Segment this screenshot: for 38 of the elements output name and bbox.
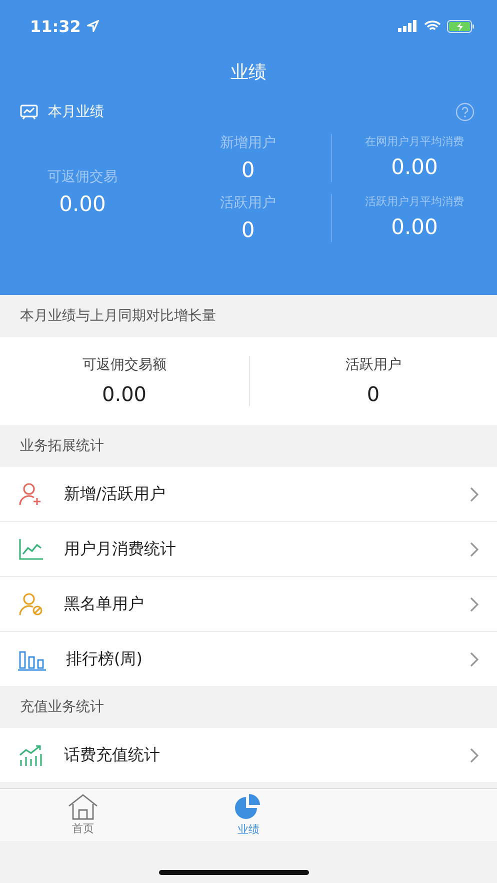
comparison-label: 可返佣交易额 <box>82 356 166 374</box>
comparison-label: 活跃用户 <box>345 356 402 374</box>
stat-label: 活跃用户月平均消费 <box>365 194 464 209</box>
stat-label: 活跃用户 <box>220 194 276 212</box>
stat-value: 0.00 <box>391 155 438 179</box>
user-blocked-icon <box>18 591 44 617</box>
list-item[interactable]: 黑名单用户 <box>0 577 497 632</box>
chart-board-icon <box>20 104 38 120</box>
status-time: 11:32 <box>30 16 81 36</box>
chevron-right-icon <box>470 542 479 556</box>
chevron-right-icon <box>470 748 479 762</box>
list-item[interactable]: 排行榜(周) <box>0 632 497 686</box>
rising-chart-icon <box>18 742 44 768</box>
stat-label: 新增用户 <box>220 134 276 152</box>
home-icon <box>66 794 99 820</box>
wifi-icon <box>424 20 441 32</box>
comparison-value: 0 <box>366 382 380 406</box>
stat-value: 0.00 <box>391 215 438 239</box>
stat-value: 0 <box>241 158 255 182</box>
chevron-right-icon <box>470 486 479 502</box>
stat-value: 0 <box>241 218 255 242</box>
line-chart-icon <box>18 536 44 562</box>
signal-icon <box>398 20 418 32</box>
location-arrow-icon <box>86 20 99 32</box>
tab-bar-item[interactable]: 首页 <box>0 789 166 841</box>
comparison-value: 0.00 <box>102 382 147 406</box>
chevron-right-icon <box>470 596 479 612</box>
page-title: 业绩 <box>230 61 268 84</box>
chevron-right-icon <box>470 652 479 666</box>
stat-label: 可返佣交易 <box>48 168 118 186</box>
battery-icon <box>447 20 475 32</box>
summary-title: 本月业绩 <box>48 103 104 121</box>
list-item[interactable]: 话费充值统计 <box>0 728 497 782</box>
stat-value: 0.00 <box>59 192 106 216</box>
help-icon[interactable] <box>455 102 475 122</box>
list-item[interactable]: 用户月消费统计 <box>0 522 497 577</box>
stat-label: 在网用户月平均消费 <box>365 134 464 149</box>
list-item[interactable]: 新增/活跃用户 <box>0 467 497 522</box>
